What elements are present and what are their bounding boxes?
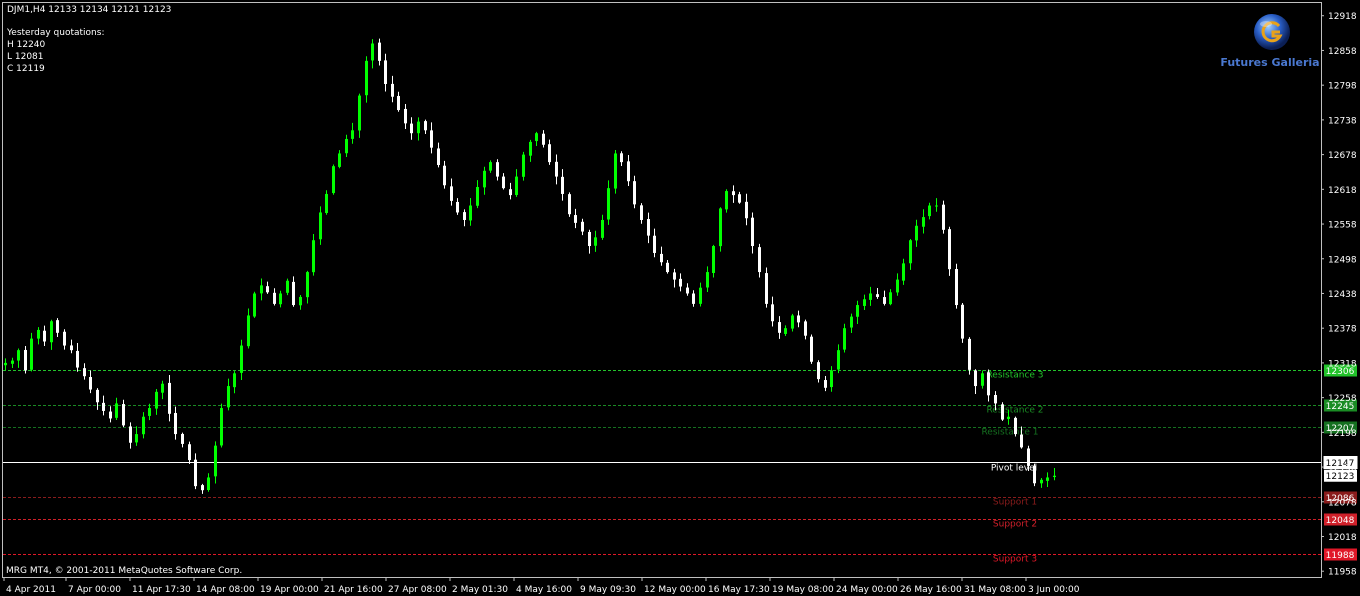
price-tick-label: 12378 — [1328, 325, 1357, 335]
current-price-tag-text: 12123 — [1326, 472, 1355, 482]
price-tick-label: 12918 — [1328, 12, 1357, 22]
yesterday-quotations-title: Yesterday quotations: — [7, 28, 105, 38]
time-tick-label: 4 Apr 2011 — [6, 585, 56, 595]
price-tick-label: 12678 — [1328, 151, 1357, 161]
time-tick-label: 2 May 01:30 — [452, 585, 508, 595]
time-tick-label: 26 May 16:00 — [900, 585, 962, 595]
futures-galleria-logo: Futures Galleria — [1220, 12, 1320, 72]
time-tick-label: 3 Jun 00:00 — [1028, 585, 1080, 595]
symbol-quote-line: DJM1,H4 12133 12134 12121 12123 — [7, 5, 172, 15]
time-tick-label: 12 May 00:00 — [644, 585, 706, 595]
time-tick-label: 4 May 16:00 — [516, 585, 572, 595]
time-tick-label: 21 Apr 16:00 — [324, 585, 383, 595]
price-tick-label: 12798 — [1328, 82, 1357, 92]
price-tick-label: 12018 — [1328, 533, 1357, 543]
time-tick-label: 14 Apr 08:00 — [196, 585, 255, 595]
price-tick-label: 12318 — [1328, 359, 1357, 369]
time-tick-label: 31 May 08:00 — [964, 585, 1026, 595]
copyright-notice: MRG MT4, © 2001-2011 MetaQuotes Software… — [6, 566, 243, 576]
time-axis: 4 Apr 2011 7 Apr 00:00 11 Apr 17:30 14 Apr … — [3, 577, 1080, 595]
price-tick-label: 12618 — [1328, 186, 1357, 196]
yesterday-high: H 12240 — [7, 40, 46, 50]
price-tick-label: 12858 — [1328, 47, 1357, 57]
support-3-price-tag-text: 11988 — [1326, 551, 1355, 561]
price-axis: 1230612245122071214712086120481198812918… — [1321, 12, 1358, 578]
price-tick-label: 12738 — [1328, 116, 1357, 126]
time-tick-label: 7 Apr 00:00 — [68, 585, 121, 595]
time-tick-label: 19 May 08:00 — [772, 585, 834, 595]
price-tick-label: 12558 — [1328, 221, 1357, 231]
price-tick-label: 12258 — [1328, 394, 1357, 404]
chart-window[interactable]: Resistance 3 Resistance 2 Resistance 1 Pivo… — [0, 0, 1360, 596]
logo-text: Futures Galleria — [1220, 56, 1320, 69]
time-tick-label: 9 May 09:30 — [580, 585, 636, 595]
plot-frame — [2, 2, 1322, 578]
globe-g-logo-icon — [1254, 14, 1290, 50]
time-tick-label: 16 May 17:30 — [708, 585, 770, 595]
time-tick-label: 19 Apr 00:00 — [260, 585, 319, 595]
yesterday-close: C 12119 — [7, 64, 45, 74]
time-tick-label: 27 Apr 08:00 — [388, 585, 447, 595]
yesterday-low: L 12081 — [7, 52, 44, 62]
price-tick-label: 12078 — [1328, 498, 1357, 508]
time-tick-label: 11 Apr 17:30 — [132, 585, 191, 595]
price-tick-label: 12198 — [1328, 429, 1357, 439]
price-tick-label: 11958 — [1328, 568, 1357, 578]
time-tick-label: 24 May 00:00 — [836, 585, 898, 595]
support-2-price-tag-text: 12048 — [1326, 516, 1355, 526]
price-tick-label: 12498 — [1328, 255, 1357, 265]
price-tick-label: 12438 — [1328, 290, 1357, 300]
